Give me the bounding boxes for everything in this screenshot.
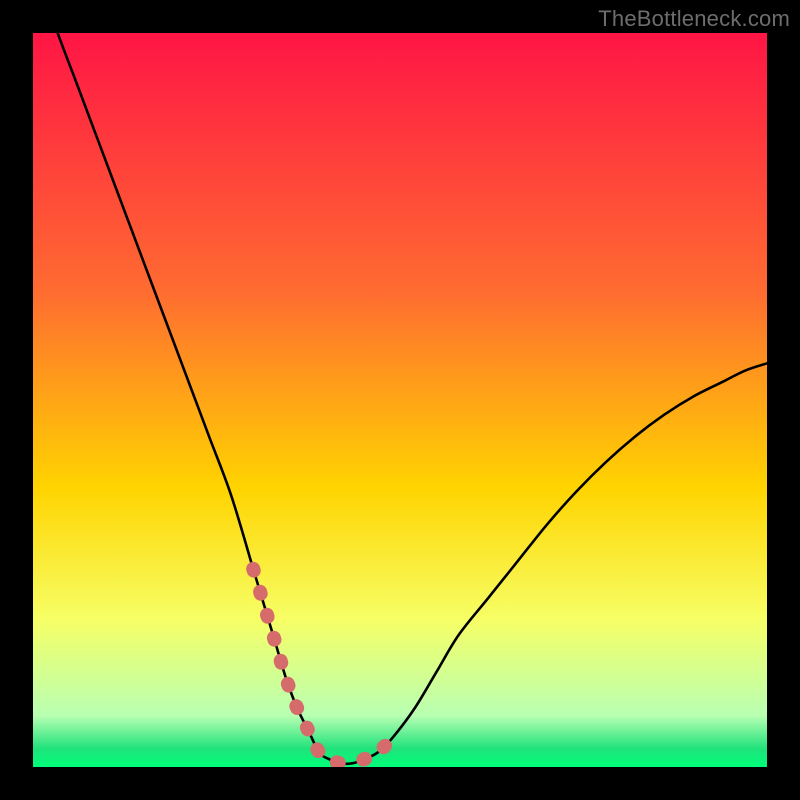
accent-segments bbox=[253, 569, 392, 764]
accent-segment bbox=[253, 569, 352, 764]
accent-segment bbox=[363, 738, 392, 760]
bottleneck-curve bbox=[33, 33, 767, 764]
curve-layer bbox=[33, 33, 767, 767]
watermark-text: TheBottleneck.com bbox=[598, 6, 790, 32]
plot-area bbox=[33, 33, 767, 767]
chart-stage: TheBottleneck.com bbox=[0, 0, 800, 800]
